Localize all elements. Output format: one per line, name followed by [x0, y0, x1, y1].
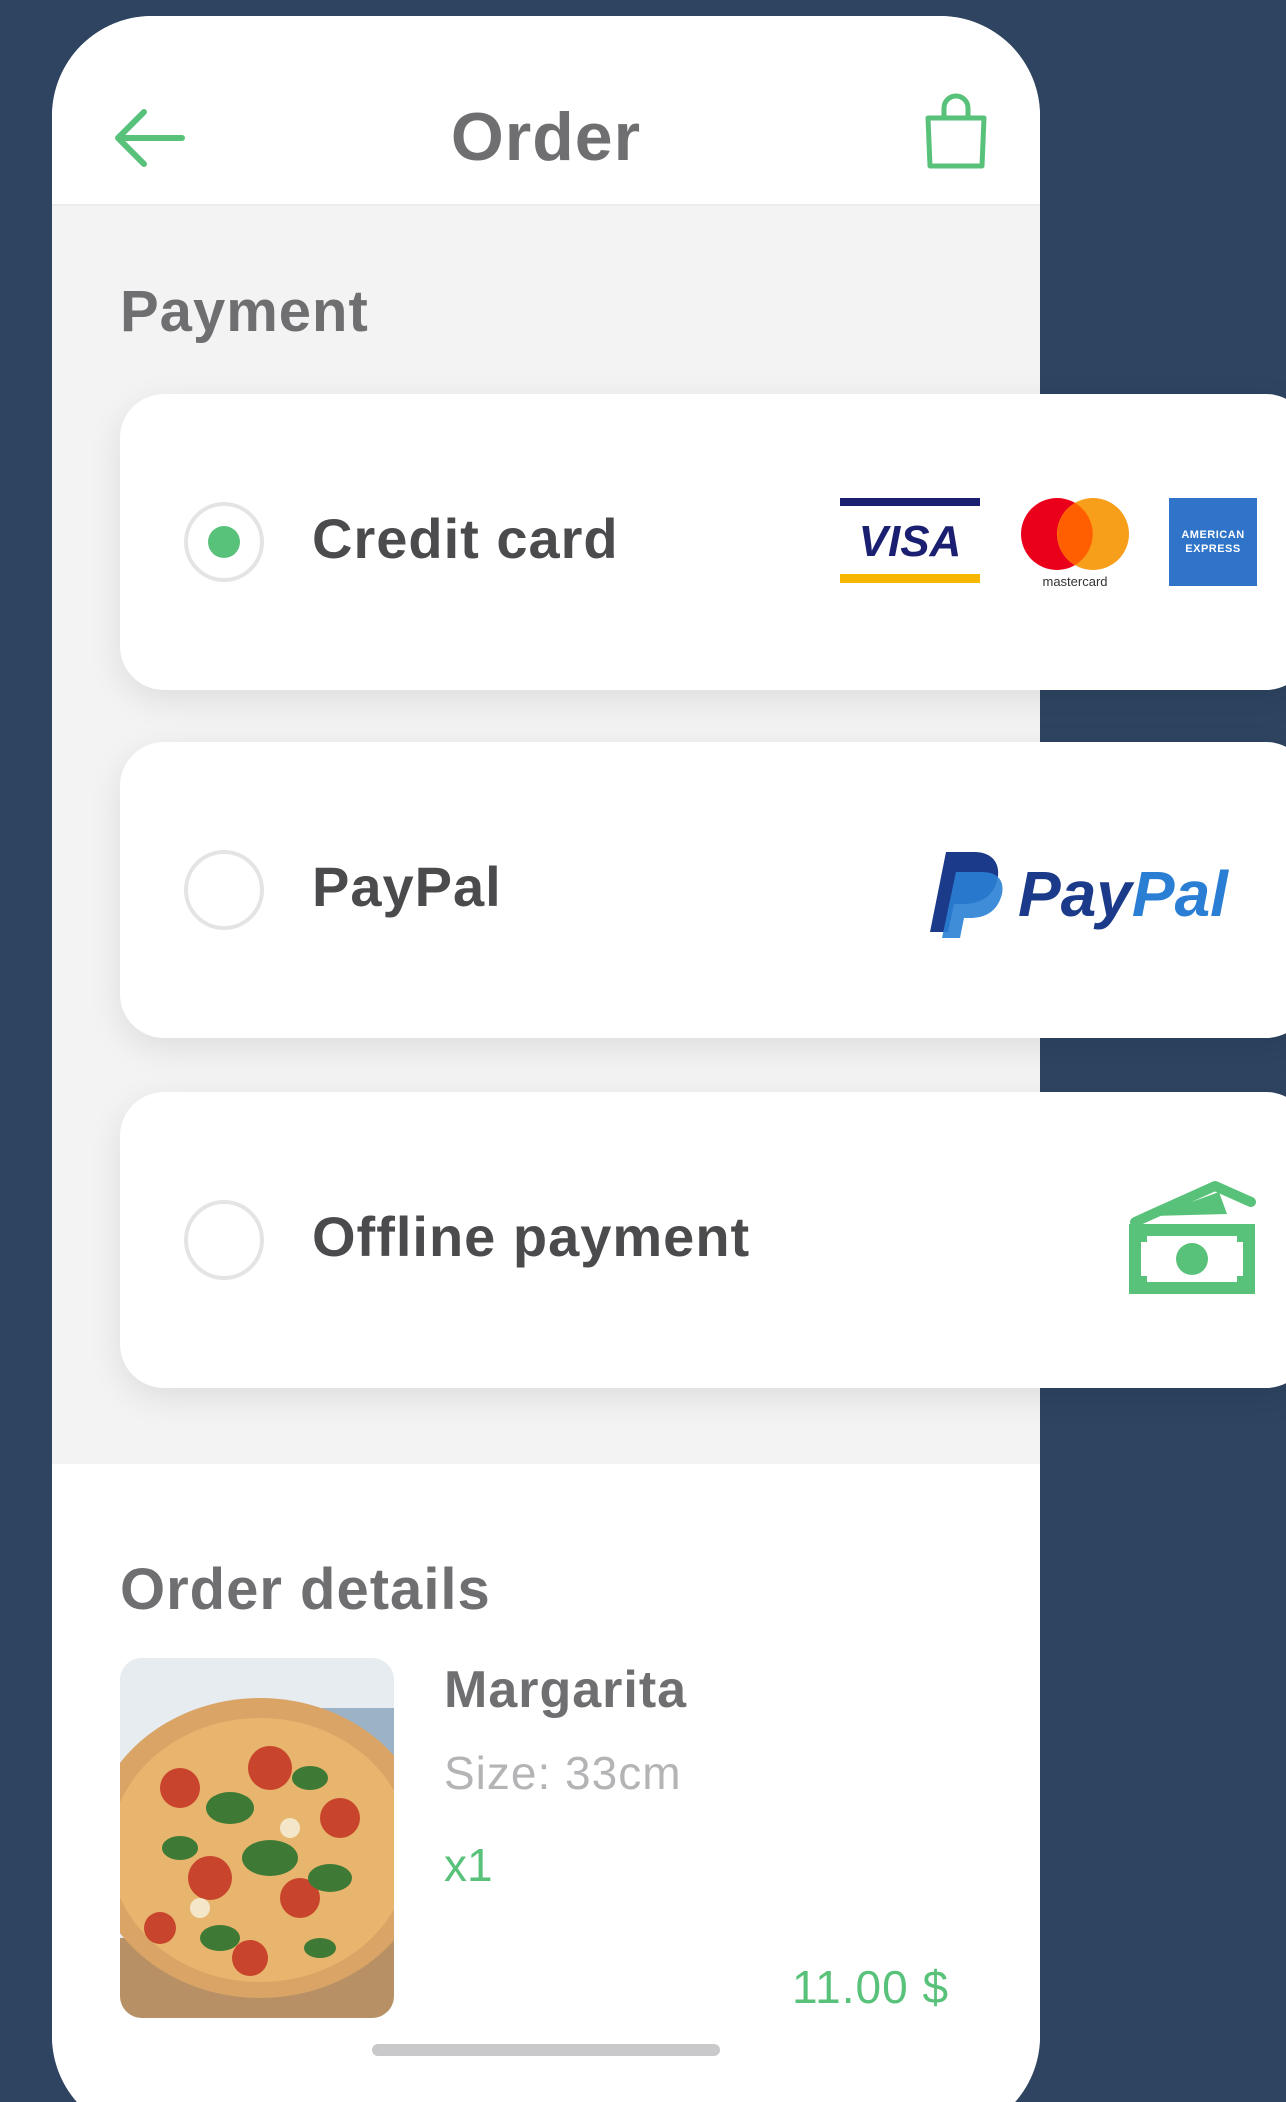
mastercard-text: mastercard — [1042, 574, 1107, 589]
app-header: Order — [52, 16, 1040, 206]
mastercard-logo: mastercard — [1015, 494, 1135, 590]
payment-option-credit-card[interactable]: Credit card VISA mastercard AMERICAN EXP… — [120, 394, 1286, 690]
amex-text-top: AMERICAN — [1181, 529, 1245, 541]
order-details-title: Order details — [120, 1557, 491, 1622]
amex-text-bottom: EXPRESS — [1185, 543, 1241, 555]
paypal-text: PayPal — [1018, 858, 1229, 930]
home-indicator — [372, 2044, 720, 2056]
order-details-section: Order details Margarita Size: 33cm x1 11… — [52, 1464, 1040, 2102]
cash-icon — [1123, 1162, 1261, 1302]
amex-logo: AMERICAN EXPRESS — [1169, 498, 1257, 586]
pizza-image — [120, 1658, 394, 2018]
paypal-logo: PayPal — [910, 842, 1270, 942]
radio-credit-card[interactable] — [184, 502, 264, 582]
visa-logo: VISA — [840, 494, 980, 584]
shopping-bag-button[interactable] — [922, 92, 990, 172]
item-price: 11.00 $ — [792, 1961, 950, 2013]
visa-text: VISA — [859, 517, 962, 566]
item-size: Size: 33cm — [444, 1747, 682, 1799]
shopping-bag-icon — [925, 93, 987, 169]
payment-option-paypal[interactable]: PayPal PayPal — [120, 742, 1286, 1038]
page-title: Order — [450, 99, 642, 175]
payment-option-label: PayPal — [312, 855, 502, 918]
payment-option-offline[interactable]: Offline payment — [120, 1092, 1286, 1388]
item-quantity: x1 — [444, 1839, 493, 1891]
item-name: Margarita — [444, 1661, 688, 1719]
radio-offline[interactable] — [184, 1200, 264, 1280]
payment-section-title: Payment — [120, 279, 369, 344]
payment-option-label: Credit card — [312, 507, 619, 570]
payment-option-label: Offline payment — [312, 1205, 751, 1268]
radio-paypal[interactable] — [184, 850, 264, 930]
phone-frame: Order Payment Order details Margarita Si… — [52, 16, 1040, 2102]
